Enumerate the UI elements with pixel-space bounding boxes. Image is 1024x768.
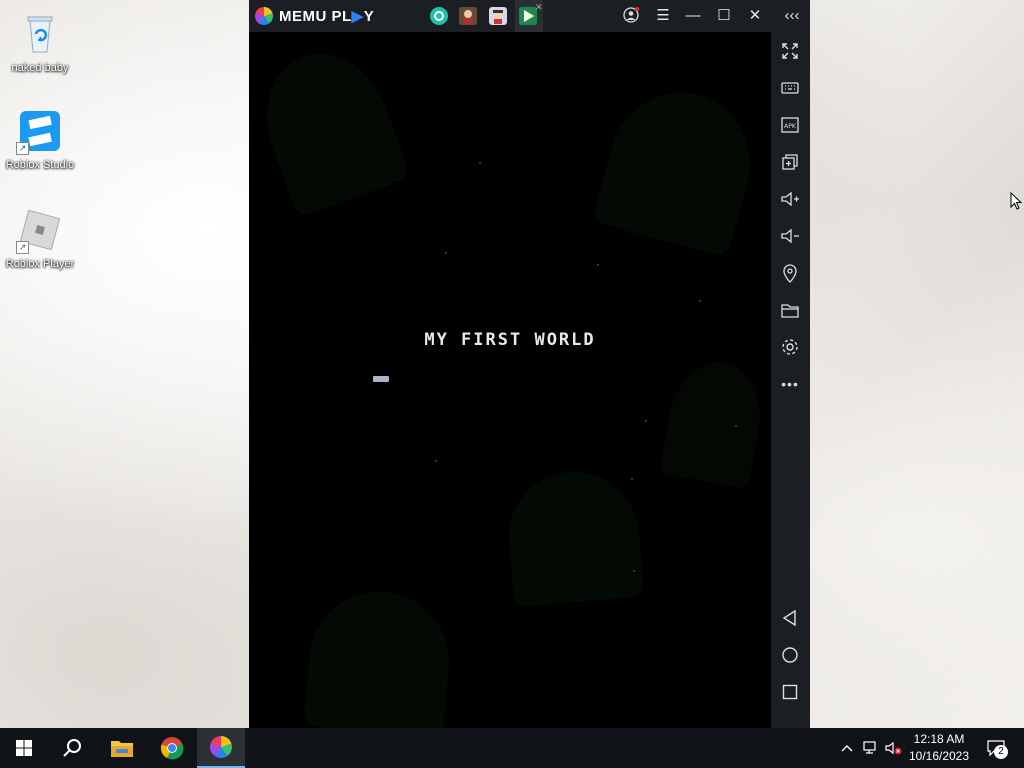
collapse-sidebar-icon[interactable]: ‹‹‹ — [781, 7, 803, 25]
background-leaf — [591, 76, 767, 258]
keyboard-icon[interactable] — [779, 77, 801, 99]
desktop-icon-recycle-bin[interactable]: naked baby — [2, 10, 78, 75]
background-leaf — [249, 36, 412, 218]
back-icon[interactable] — [779, 607, 801, 629]
recents-icon[interactable] — [779, 681, 801, 703]
start-icon — [16, 740, 32, 756]
close-icon[interactable]: ✕ — [746, 7, 764, 25]
account-icon[interactable] — [622, 7, 640, 25]
home-icon[interactable] — [779, 644, 801, 666]
taskbar-clock[interactable]: 12:18 AM 10/16/2023 — [903, 731, 975, 765]
folder-icon[interactable] — [779, 299, 801, 321]
notification-center-button[interactable]: 2 — [978, 728, 1014, 768]
location-icon[interactable] — [779, 262, 801, 284]
minimize-icon[interactable]: — — [684, 7, 702, 25]
loading-indicator — [373, 376, 389, 382]
green-app-icon[interactable] — [430, 7, 448, 25]
file-explorer-icon — [111, 741, 133, 757]
memu-gem-icon — [255, 7, 273, 25]
mouse-cursor-icon — [1010, 191, 1023, 216]
desktop-icon-roblox-player[interactable]: ↗ Roblox Player — [2, 206, 78, 271]
chrome-button[interactable] — [148, 728, 196, 768]
star-dot — [445, 252, 447, 254]
recycle-bin-icon — [16, 10, 64, 58]
roblox-studio-icon: ↗ — [16, 107, 64, 155]
start-button[interactable] — [0, 728, 48, 768]
android-screen[interactable]: MY FIRST WORLD — [249, 32, 771, 728]
taskbar: 12:18 AM 10/16/2023 2 — [0, 728, 1024, 768]
search-icon — [63, 739, 81, 757]
chrome-icon — [160, 737, 184, 760]
apk-icon[interactable]: APK — [779, 114, 801, 136]
volume-down-icon[interactable] — [779, 225, 801, 247]
character-app-icon[interactable] — [459, 7, 477, 25]
desktop-icon-label: Roblox Studio — [5, 159, 75, 171]
memu-logo: MEMU PL▶Y — [255, 6, 374, 26]
memu-window: MEMU PL▶Y ✕ ☰ — ☐ ✕ ‹‹‹ MY FIRST WORLD A… — [249, 0, 810, 728]
game-title: MY FIRST WORLD — [424, 330, 596, 350]
desktop-icon-roblox-studio[interactable]: ↗ Roblox Studio — [2, 107, 78, 172]
star-dot — [645, 420, 647, 422]
maximize-icon[interactable]: ☐ — [715, 7, 733, 25]
memu-sidebar: APK ••• — [771, 32, 810, 728]
background-leaf — [503, 466, 645, 608]
memu-brand-play-triangle: ▶ — [351, 8, 364, 25]
network-icon[interactable] — [861, 728, 881, 768]
show-hidden-icons-chevron-icon[interactable] — [838, 728, 856, 768]
background-leaf — [659, 355, 769, 489]
menu-icon[interactable]: ☰ — [654, 7, 672, 25]
star-dot — [699, 300, 701, 302]
clock-time: 12:18 AM — [913, 732, 965, 746]
tab-close-icon[interactable]: ✕ — [535, 2, 543, 13]
fullscreen-icon[interactable] — [779, 40, 801, 62]
pixel-app-icon[interactable] — [489, 7, 507, 25]
background-leaf — [303, 586, 455, 728]
multi-instance-icon[interactable] — [779, 151, 801, 173]
svg-text:APK: APK — [784, 123, 797, 130]
star-dot — [735, 425, 737, 427]
desktop-icon-label: naked baby — [11, 62, 69, 74]
more-icon[interactable]: ••• — [779, 373, 801, 395]
memu-taskbar-button[interactable] — [197, 728, 245, 768]
volume-up-icon[interactable] — [779, 188, 801, 210]
file-explorer-button[interactable] — [98, 728, 146, 768]
notification-count-badge: 2 — [994, 745, 1008, 759]
search-button[interactable] — [48, 728, 96, 768]
settings-icon[interactable] — [779, 336, 801, 358]
memu-titlebar[interactable]: MEMU PL▶Y ✕ ☰ — ☐ ✕ ‹‹‹ — [249, 0, 810, 32]
clock-date: 10/16/2023 — [908, 749, 970, 763]
star-dot — [631, 478, 633, 480]
star-dot — [435, 460, 437, 462]
shortcut-arrow-icon: ↗ — [16, 241, 29, 254]
shortcut-arrow-icon: ↗ — [16, 142, 29, 155]
memu-brand-suffix: Y — [363, 8, 375, 25]
star-dot — [597, 264, 599, 266]
memu-icon — [210, 736, 232, 758]
star-dot — [479, 162, 481, 164]
desktop-icon-label: Roblox Player — [5, 258, 75, 270]
memu-brand: MEMU PL — [279, 8, 352, 25]
volume-muted-icon[interactable] — [884, 728, 904, 768]
star-dot — [633, 570, 635, 572]
roblox-player-icon: ↗ — [16, 206, 64, 254]
